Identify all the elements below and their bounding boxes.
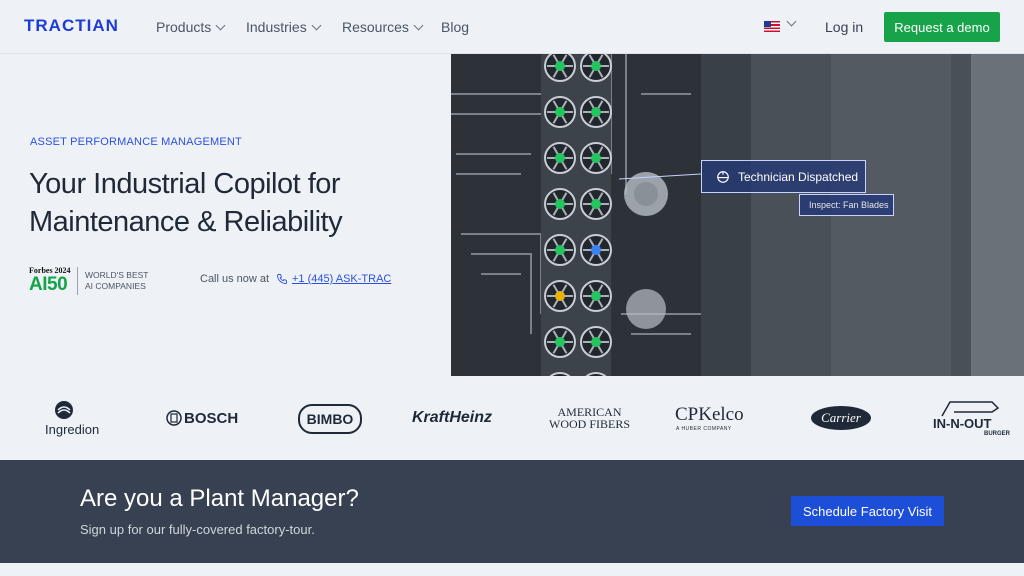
hero-title-line1: Your Industrial Copilot for (29, 168, 341, 200)
ingredion-leaf-icon (55, 401, 73, 419)
carrier-logo-text: Carrier (821, 410, 861, 425)
us-flag-icon[interactable] (764, 21, 780, 32)
kraftheinz-logo: KraftHeinz (412, 409, 493, 426)
cpkelco-logo: CPKelco (675, 404, 744, 425)
fan-status-dot (591, 199, 601, 209)
fan-status-dot (591, 107, 601, 117)
fan-status-dot (555, 245, 565, 255)
fan-status-dot (591, 291, 601, 301)
forbes-caption-line1: WORLD'S BEST (85, 270, 149, 280)
hero-title-line2: Maintenance & Reliability (29, 206, 343, 238)
request-demo-button[interactable]: Request a demo (884, 12, 1000, 42)
technician-dispatched-badge: Technician Dispatched (701, 160, 866, 193)
fan-status-dot (555, 61, 565, 71)
call-us-text: Call us now at (200, 273, 270, 285)
nav-resources-label: Resources (342, 19, 409, 35)
forbes-divider (77, 267, 78, 295)
hero-factory-image: Technician Dispatched Inspect: Fan Blade… (451, 54, 1024, 376)
hero-title: Your Industrial Copilot for Maintenance … (29, 165, 429, 241)
cta-subtitle: Sign up for our fully-covered factory-to… (80, 522, 315, 537)
fan-status-dot (555, 107, 565, 117)
bimbo-logo: BIMBO (298, 404, 362, 434)
chevron-down-icon (311, 20, 322, 30)
forbes-caption-line2: AI COMPANIES (85, 281, 146, 291)
nav-industries[interactable]: Industries (246, 19, 322, 35)
innout-sub: BURGER (984, 431, 1011, 437)
nav-products-label: Products (156, 19, 212, 35)
cta-title: Are you a Plant Manager? (80, 485, 359, 512)
fan-status-dot (555, 291, 565, 301)
inspect-badge: Inspect: Fan Blades (799, 194, 894, 216)
fan-status-dot (591, 61, 601, 71)
ingredion-logo: Ingredion (45, 422, 100, 437)
technician-dispatched-text: Technician Dispatched (738, 169, 859, 184)
plant-manager-cta: Are you a Plant Manager? Sign up for our… (0, 460, 1024, 563)
cpkelco-sub: A HUBER COMPANY (676, 426, 732, 432)
bosch-logo: BOSCH (184, 410, 239, 427)
nav-industries-label: Industries (246, 19, 307, 35)
schedule-factory-visit-button[interactable]: Schedule Factory Visit (791, 496, 944, 526)
tractian-logo[interactable]: TRACTIAN (24, 16, 119, 36)
nav-resources[interactable]: Resources (342, 19, 424, 35)
american-wood-fibers-logo: AMERICAN WOOD FIBERS (549, 406, 630, 430)
footer-strip (0, 563, 1024, 576)
fan-status-dot (591, 337, 601, 347)
helmet-icon (717, 170, 729, 183)
phone-number-link[interactable]: +1 (445) ASK-TRAC (292, 273, 391, 285)
fan-status-dot (591, 153, 601, 163)
forbes-ai50-badge: Forbes 2024 AI50 (29, 266, 71, 295)
hero-eyebrow: ASSET PERFORMANCE MANAGEMENT (30, 136, 242, 148)
awf-line2: WOOD FIBERS (549, 417, 631, 431)
innout-arrow-icon (941, 401, 1000, 417)
language-chevron-down-icon[interactable] (786, 16, 797, 27)
factory-aerial-illustration (451, 54, 1024, 376)
fan-status-dot (555, 199, 565, 209)
forbes-ai50: AI50 (29, 274, 68, 295)
carrier-logo: Carrier (811, 406, 871, 430)
chevron-down-icon (413, 20, 424, 30)
bosch-armature-icon (166, 410, 182, 426)
forbes-caption: WORLD'S BEST AI COMPANIES (85, 270, 149, 292)
nav-products[interactable]: Products (156, 19, 226, 35)
nav-blog-label: Blog (441, 19, 470, 35)
chevron-down-icon (215, 20, 226, 30)
login-link[interactable]: Log in (825, 19, 863, 35)
top-nav: TRACTIAN Products Industries Resources B… (0, 0, 1024, 54)
fan-status-dot (555, 337, 565, 347)
innout-logo: IN-N-OUT (933, 416, 992, 431)
customer-logos: Ingredion BOSCH BIMBO KraftHeinz AMERICA… (0, 376, 1024, 460)
phone-icon (277, 274, 287, 284)
bimbo-logo-text: BIMBO (306, 411, 354, 427)
fan-status-dot (591, 245, 601, 255)
fan-status-dot (555, 153, 565, 163)
nav-blog[interactable]: Blog (441, 19, 469, 35)
